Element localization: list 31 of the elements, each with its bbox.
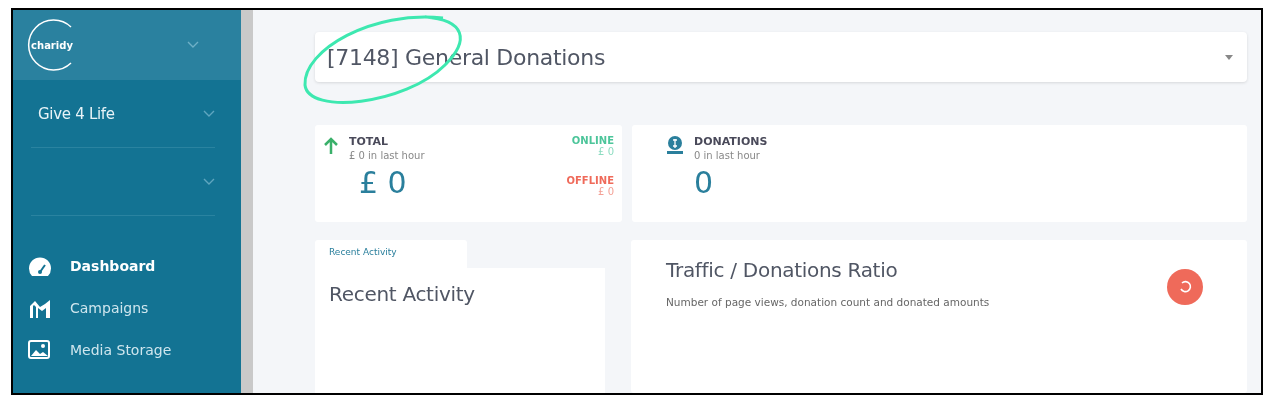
arrow-up-icon (323, 137, 339, 155)
sidebar-item[interactable]: Dashboard (28, 256, 241, 276)
charidy-logo[interactable]: charidy (27, 18, 77, 72)
online-label: ONLINE (571, 135, 614, 146)
chevron-down-icon[interactable] (203, 109, 215, 118)
card-subtitle: 0 in last hour (694, 150, 761, 161)
refresh-icon (1178, 280, 1192, 294)
refresh-button[interactable] (1167, 269, 1203, 305)
image-icon (28, 340, 52, 360)
sidebar-item[interactable]: Media Storage (28, 340, 241, 360)
money-bag-icon (666, 135, 684, 155)
scrollbar[interactable] (241, 10, 253, 393)
chevron-down-icon[interactable] (203, 177, 215, 186)
donations-value: 0 (694, 165, 715, 200)
offline-value: £ 0 (598, 186, 614, 197)
card-title: TOTAL (349, 135, 390, 148)
chart-icon (28, 298, 52, 318)
card-title: DONATIONS (694, 135, 768, 148)
chevron-down-icon[interactable] (187, 41, 199, 49)
speedometer-icon (28, 256, 52, 276)
organization-dropdown[interactable]: Give 4 Life (31, 80, 215, 148)
offline-label: OFFLINE (566, 175, 614, 186)
caret-icon (1225, 54, 1233, 60)
card-subtitle: £ 0 in last hour (349, 150, 425, 161)
sidebar-item[interactable]: Campaigns (28, 298, 241, 318)
card-heading: Traffic / Donations Ratio (666, 258, 899, 282)
card-subtitle: Number of page views, donation count and donated amounts (666, 296, 990, 308)
total-value: £ 0 (359, 165, 408, 200)
card-heading: Recent Activity (329, 282, 475, 306)
recent-activity-tab[interactable]: Recent Activity (315, 240, 467, 268)
online-value: £ 0 (598, 146, 614, 157)
